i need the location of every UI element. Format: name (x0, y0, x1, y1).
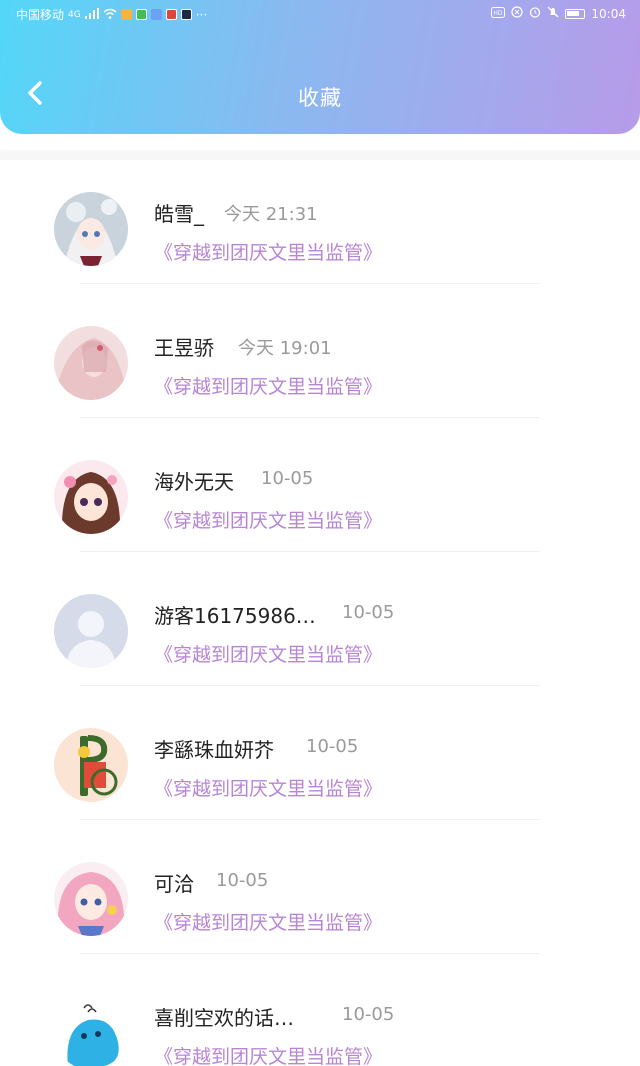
status-right: HD 10:04 (491, 6, 626, 21)
avatar[interactable] (54, 862, 128, 936)
user-name: 海外无天 (154, 470, 234, 494)
app-icon (135, 9, 147, 20)
timestamp: 10-05 (306, 736, 359, 757)
user-name: 李繇珠血妍芥 (154, 738, 274, 762)
status-left: 中国移动 4G ··· (16, 6, 207, 23)
header: 中国移动 4G ··· HD 10:04 收藏 (0, 0, 640, 134)
hd-icon: HD (491, 6, 506, 21)
favorites-page: 中国移动 4G ··· HD 10:04 收藏 皓雪_ 今天 21:31 《穿越… (0, 0, 640, 1066)
list-item[interactable]: 可洽 10-05 《穿越到团厌文里当监管》 (0, 820, 640, 954)
mute-icon (547, 6, 559, 21)
book-title-link[interactable]: 《穿越到团厌文里当监管》 (154, 1042, 382, 1066)
user-name: 皓雪_ (154, 202, 204, 226)
list-item[interactable]: 海外无天 10-05 《穿越到团厌文里当监管》 (0, 418, 640, 552)
book-title-link[interactable]: 《穿越到团厌文里当监管》 (154, 774, 382, 801)
avatar[interactable] (54, 728, 128, 802)
app-icon (180, 9, 192, 20)
signal-icon (84, 7, 99, 22)
timestamp: 10-05 (261, 468, 314, 489)
list-item[interactable]: 喜削空欢的话… 10-05 《穿越到团厌文里当监管》 (0, 954, 640, 1066)
list-item[interactable]: 李繇珠血妍芥 10-05 《穿越到团厌文里当监管》 (0, 686, 640, 820)
user-name: 游客16175986… (154, 604, 316, 628)
user-name: 王昱骄 (154, 336, 214, 360)
app-icon (120, 9, 132, 20)
app-icon (150, 9, 162, 20)
book-title-link[interactable]: 《穿越到团厌文里当监管》 (154, 506, 382, 533)
list-item[interactable]: 游客16175986… 10-05 《穿越到团厌文里当监管》 (0, 552, 640, 686)
svg-text:HD: HD (494, 10, 504, 17)
book-title-link[interactable]: 《穿越到团厌文里当监管》 (154, 372, 382, 399)
app-icon (165, 9, 177, 20)
avatar[interactable] (54, 192, 128, 266)
network-type: 4G (68, 9, 81, 20)
avatar[interactable] (54, 460, 128, 534)
list-item[interactable]: 王昱骄 今天 19:01 《穿越到团厌文里当监管》 (0, 284, 640, 418)
avatar[interactable] (54, 594, 128, 668)
book-title-link[interactable]: 《穿越到团厌文里当监管》 (154, 640, 382, 667)
status-bar: 中国移动 4G ··· HD 10:04 (0, 0, 640, 28)
clock: 10:04 (591, 6, 626, 21)
carrier-label: 中国移动 (16, 8, 65, 22)
timestamp: 10-05 (342, 1004, 395, 1025)
user-name: 可洽 (154, 872, 194, 896)
wifi-icon (103, 8, 117, 22)
battery-icon (565, 8, 586, 19)
avatar[interactable] (54, 996, 128, 1066)
timestamp: 今天 19:01 (238, 338, 332, 359)
more-notifications: ··· (195, 7, 208, 22)
alarm-icon (529, 6, 541, 21)
book-title-link[interactable]: 《穿越到团厌文里当监管》 (154, 908, 382, 935)
page-title: 收藏 (298, 86, 342, 110)
book-title-link[interactable]: 《穿越到团厌文里当监管》 (154, 238, 382, 265)
nfc-icon (511, 6, 524, 21)
timestamp: 10-05 (216, 870, 269, 891)
avatar[interactable] (54, 326, 128, 400)
timestamp: 10-05 (342, 602, 395, 623)
list-item[interactable]: 皓雪_ 今天 21:31 《穿越到团厌文里当监管》 (0, 150, 640, 284)
timestamp: 今天 21:31 (224, 204, 318, 225)
favorites-list: 皓雪_ 今天 21:31 《穿越到团厌文里当监管》 王昱骄 今天 19:01 《… (0, 150, 640, 1066)
user-name: 喜削空欢的话… (154, 1006, 294, 1030)
